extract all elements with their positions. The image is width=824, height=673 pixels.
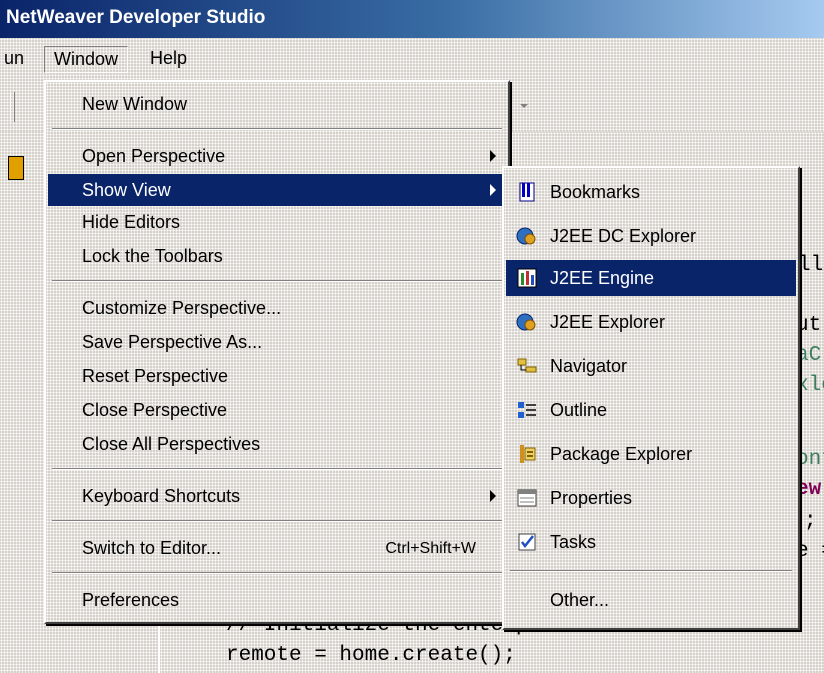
submenu-arrow-icon	[490, 184, 496, 196]
properties-icon	[517, 489, 537, 507]
package-explorer-icon	[520, 445, 536, 463]
menu-item-label: New Window	[82, 94, 188, 114]
view-item-label: J2EE Explorer	[550, 312, 666, 332]
menu-item-close-all-perspectives[interactable]: Close All Perspectives	[48, 428, 506, 460]
code-fragment: ont	[796, 448, 824, 471]
view-item-j2ee-explorer[interactable]: J2EE Explorer	[506, 304, 796, 340]
menu-item-switch-to-editor[interactable]: Switch to Editor... Ctrl+Shift+W	[48, 532, 506, 564]
code-fragment: xle	[796, 374, 824, 397]
menu-item-label: Customize Perspective...	[82, 298, 282, 318]
menu-separator	[52, 572, 502, 574]
j2ee-engine-icon	[517, 268, 537, 288]
navigator-icon	[517, 358, 537, 373]
window-menu-dropdown: New Window Open Perspective Show View Hi…	[44, 80, 510, 624]
submenu-arrow-icon	[490, 150, 496, 162]
view-item-properties[interactable]: Properties	[506, 480, 796, 516]
view-item-label: J2EE DC Explorer	[550, 226, 697, 246]
menu-item-keyboard-shortcuts[interactable]: Keyboard Shortcuts	[48, 480, 506, 512]
menu-run[interactable]: un	[4, 48, 24, 69]
title-bar: NetWeaver Developer Studio	[0, 0, 824, 38]
bookmarks-icon	[519, 182, 535, 202]
menu-item-show-view[interactable]: Show View	[48, 174, 506, 206]
menu-separator	[52, 468, 502, 470]
menu-item-label: Open Perspective	[82, 146, 226, 166]
view-item-label: Outline	[550, 400, 608, 420]
show-view-submenu: Bookmarks J2EE DC Explorer J2EE Engine J…	[502, 166, 800, 630]
menu-separator	[52, 280, 502, 282]
view-item-navigator[interactable]: Navigator	[506, 348, 796, 384]
j2ee-dc-explorer-icon	[516, 227, 536, 245]
view-item-package-explorer[interactable]: Package Explorer	[506, 436, 796, 472]
menu-help[interactable]: Help	[150, 48, 187, 69]
outline-icon	[518, 402, 536, 418]
menu-item-preferences[interactable]: Preferences	[48, 584, 506, 616]
tasks-icon	[518, 533, 536, 551]
code-fragment: e =	[796, 540, 824, 563]
code-line: remote = home.create();	[226, 644, 516, 667]
view-item-j2ee-dc-explorer[interactable]: J2EE DC Explorer	[506, 218, 796, 254]
menu-item-label: Reset Perspective	[82, 366, 229, 386]
view-item-label: Tasks	[550, 532, 597, 552]
perspective-icon[interactable]	[8, 156, 24, 180]
menu-bar: un Window Help	[0, 38, 824, 86]
menu-item-label: Switch to Editor...	[82, 538, 222, 558]
view-item-label: Navigator	[550, 356, 628, 376]
view-item-label: Other...	[550, 590, 610, 610]
menu-item-label: Preferences	[82, 590, 180, 610]
j2ee-explorer-icon	[516, 313, 536, 331]
menu-separator	[510, 570, 792, 572]
menu-item-open-perspective[interactable]: Open Perspective	[48, 140, 506, 172]
view-item-label: Package Explorer	[550, 444, 693, 464]
menu-item-close-perspective[interactable]: Close Perspective	[48, 394, 506, 426]
view-item-label: J2EE Engine	[550, 268, 655, 288]
menu-item-label: Close All Perspectives	[82, 434, 261, 454]
view-item-outline[interactable]: Outline	[506, 392, 796, 428]
toolbar-dropdown-icon[interactable]	[520, 104, 528, 108]
view-item-other[interactable]: Other...	[506, 582, 796, 618]
window-title: NetWeaver Developer Studio	[6, 7, 266, 28]
view-item-tasks[interactable]: Tasks	[506, 524, 796, 560]
code-fragment: ll	[798, 254, 824, 277]
menu-separator	[52, 520, 502, 522]
menu-item-reset-perspective[interactable]: Reset Perspective	[48, 360, 506, 392]
view-item-bookmarks[interactable]: Bookmarks	[506, 174, 796, 210]
menu-item-label: Keyboard Shortcuts	[82, 486, 241, 506]
menu-item-label: Close Perspective	[82, 400, 228, 420]
menu-item-label: Show View	[82, 180, 171, 200]
menu-item-lock-toolbars[interactable]: Lock the Toolbars	[48, 240, 506, 272]
menu-item-label: Save Perspective As...	[82, 332, 263, 352]
menu-separator	[52, 128, 502, 130]
menu-item-new-window[interactable]: New Window	[48, 88, 506, 120]
view-item-j2ee-engine[interactable]: J2EE Engine	[506, 260, 796, 296]
view-item-label: Properties	[550, 488, 633, 508]
menu-item-hide-editors[interactable]: Hide Editors	[48, 206, 506, 238]
submenu-arrow-icon	[490, 490, 496, 502]
menu-item-label: Hide Editors	[82, 212, 181, 232]
toolbar-grip[interactable]	[10, 92, 15, 122]
menu-item-customize-perspective[interactable]: Customize Perspective...	[48, 292, 506, 324]
view-item-label: Bookmarks	[550, 182, 641, 202]
menu-item-save-perspective-as[interactable]: Save Perspective As...	[48, 326, 506, 358]
menu-window[interactable]: Window	[44, 46, 129, 73]
code-fragment: ;	[804, 510, 817, 533]
menu-item-label: Lock the Toolbars	[82, 246, 223, 266]
menu-item-shortcut: Ctrl+Shift+W	[385, 540, 476, 557]
